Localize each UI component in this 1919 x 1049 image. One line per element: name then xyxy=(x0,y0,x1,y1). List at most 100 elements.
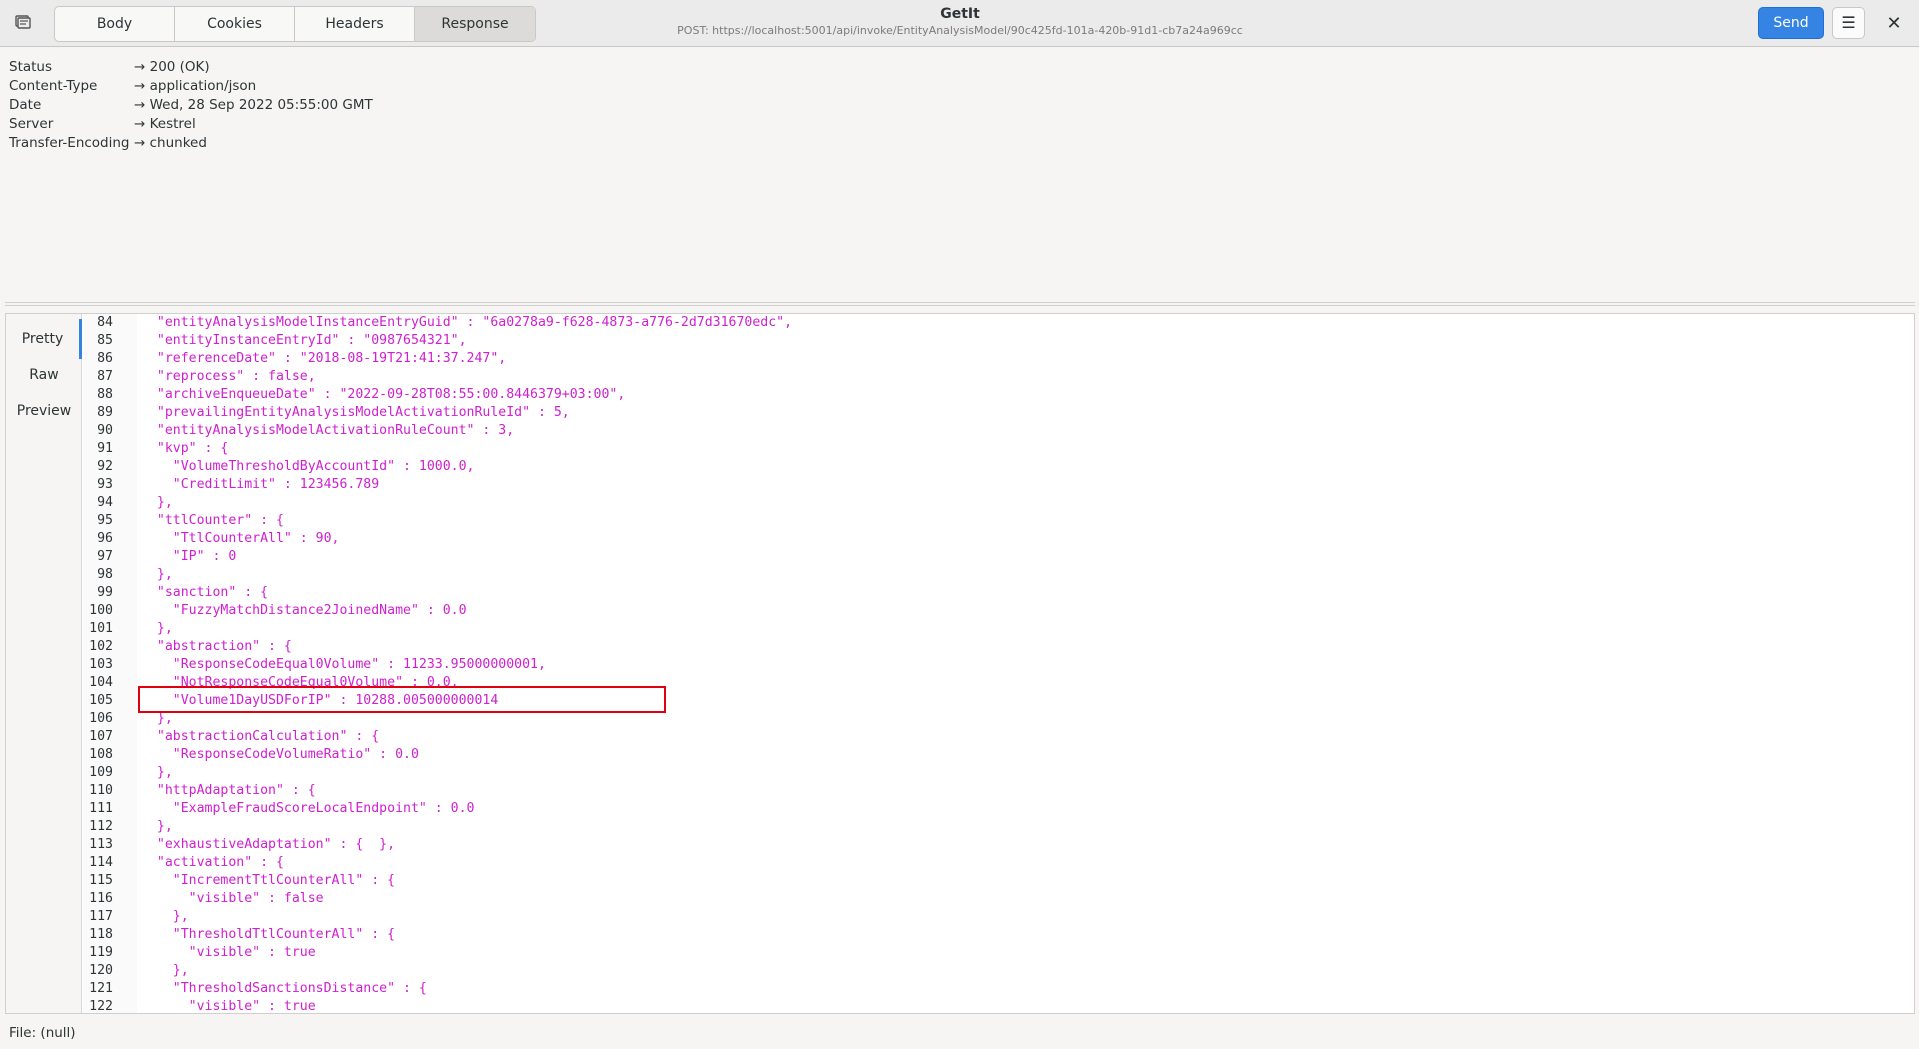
line-number: 118 xyxy=(89,927,113,942)
code-text: "visible" : true xyxy=(141,945,316,960)
code-text: "entityAnalysisModelInstanceEntryGuid" :… xyxy=(141,315,793,330)
code-text: "ExampleFraudScoreLocalEndpoint" : 0.0 xyxy=(141,801,475,816)
status-bar: File: (null) xyxy=(9,1025,76,1041)
code-text: "ResponseCodeEqual0Volume" : 11233.95000… xyxy=(141,657,546,672)
line-number: 122 xyxy=(89,999,113,1013)
code-view[interactable]: 84 "entityAnalysisModelInstanceEntryGuid… xyxy=(83,314,1914,1013)
line-number: 101 xyxy=(89,621,113,636)
code-text: "NotResponseCodeEqual0Volume" : 0.0, xyxy=(141,675,459,690)
tab-pretty[interactable]: Pretty xyxy=(6,319,82,359)
line-number: 113 xyxy=(89,837,113,852)
code-text: "IncrementTtlCounterAll" : { xyxy=(141,873,396,888)
title-block: GetIt POST: https://localhost:5001/api/i… xyxy=(560,6,1360,39)
line-number: 88 xyxy=(97,387,113,402)
code-text: "IP" : 0 xyxy=(141,549,237,564)
header-name: Content-Type xyxy=(9,78,98,94)
line-number: 120 xyxy=(89,963,113,978)
line-number: 109 xyxy=(89,765,113,780)
pane-separator[interactable] xyxy=(5,302,1915,306)
app-window-icon[interactable] xyxy=(14,13,32,31)
code-text: "exhaustiveAdaptation" : { }, xyxy=(141,837,396,852)
tab-preview[interactable]: Preview xyxy=(6,391,82,431)
line-number: 100 xyxy=(89,603,113,618)
line-number: 99 xyxy=(97,585,113,600)
code-text: "visible" : false xyxy=(141,891,324,906)
code-text: "ttlCounter" : { xyxy=(141,513,284,528)
code-text: }, xyxy=(141,495,173,510)
line-number: 85 xyxy=(97,333,113,348)
line-number: 102 xyxy=(89,639,113,654)
code-text: }, xyxy=(141,567,173,582)
header-value: → Wed, 28 Sep 2022 05:55:00 GMT xyxy=(134,97,373,113)
code-text: "reprocess" : false, xyxy=(141,369,316,384)
line-number: 108 xyxy=(89,747,113,762)
line-number: 106 xyxy=(89,711,113,726)
line-number: 117 xyxy=(89,909,113,924)
code-text: }, xyxy=(141,819,173,834)
line-number: 116 xyxy=(89,891,113,906)
code-text: "sanction" : { xyxy=(141,585,269,600)
request-tabs: Body Cookies Headers Response xyxy=(54,6,536,42)
code-text: "ThresholdTtlCounterAll" : { xyxy=(141,927,396,942)
tab-body[interactable]: Body xyxy=(55,7,175,41)
code-text: "kvp" : { xyxy=(141,441,229,456)
header-value: → chunked xyxy=(134,135,207,151)
tab-cookies[interactable]: Cookies xyxy=(175,7,295,41)
line-number: 96 xyxy=(97,531,113,546)
code-text: }, xyxy=(141,765,173,780)
close-icon: ✕ xyxy=(1886,13,1902,34)
header-name: Server xyxy=(9,116,54,132)
line-number: 93 xyxy=(97,477,113,492)
request-url: POST: https://localhost:5001/api/invoke/… xyxy=(677,24,1243,37)
view-tabs: Pretty Raw Preview xyxy=(6,314,82,1013)
tab-headers[interactable]: Headers xyxy=(295,7,415,41)
code-text: "activation" : { xyxy=(141,855,284,870)
code-text: "archiveEnqueueDate" : "2022-09-28T08:55… xyxy=(141,387,626,402)
hamburger-icon: ☰ xyxy=(1841,13,1856,32)
code-text: "httpAdaptation" : { xyxy=(141,783,316,798)
line-number: 95 xyxy=(97,513,113,528)
code-text: "referenceDate" : "2018-08-19T21:41:37.2… xyxy=(141,351,507,366)
line-number: 115 xyxy=(89,873,113,888)
header-value: → Kestrel xyxy=(134,116,196,132)
line-number: 114 xyxy=(89,855,113,870)
tab-response[interactable]: Response xyxy=(415,7,535,41)
line-number: 111 xyxy=(89,801,113,816)
header-name: Transfer-Encoding xyxy=(9,135,130,151)
code-text: "FuzzyMatchDistance2JoinedName" : 0.0 xyxy=(141,603,467,618)
line-number: 119 xyxy=(89,945,113,960)
code-text: "abstraction" : { xyxy=(141,639,292,654)
line-number: 121 xyxy=(89,981,113,996)
line-number: 105 xyxy=(89,693,113,708)
code-text: "TtlCounterAll" : 90, xyxy=(141,531,340,546)
response-pane: Pretty Raw Preview 84 "entityAnalysisMod… xyxy=(5,313,1915,1014)
line-number: 107 xyxy=(89,729,113,744)
code-text: "entityAnalysisModelActivationRuleCount"… xyxy=(141,423,515,438)
line-number: 91 xyxy=(97,441,113,456)
line-number: 86 xyxy=(97,351,113,366)
code-text: "prevailingEntityAnalysisModelActivation… xyxy=(141,405,570,420)
code-text: "CreditLimit" : 123456.789 xyxy=(141,477,380,492)
header-value: → 200 (OK) xyxy=(134,59,210,75)
menu-button[interactable]: ☰ xyxy=(1832,7,1865,39)
header-value: → application/json xyxy=(134,78,257,94)
line-number: 90 xyxy=(97,423,113,438)
code-text: "ResponseCodeVolumeRatio" : 0.0 xyxy=(141,747,419,762)
line-number: 84 xyxy=(97,315,113,330)
send-button[interactable]: Send xyxy=(1758,7,1824,39)
line-number: 110 xyxy=(89,783,113,798)
code-text: }, xyxy=(141,621,173,636)
line-number: 92 xyxy=(97,459,113,474)
code-text: }, xyxy=(141,963,189,978)
close-button[interactable]: ✕ xyxy=(1880,10,1908,38)
line-number: 104 xyxy=(89,675,113,690)
code-text: "abstractionCalculation" : { xyxy=(141,729,380,744)
window-title: GetIt xyxy=(940,6,980,22)
code-text: "VolumeThresholdByAccountId" : 1000.0, xyxy=(141,459,475,474)
code-text: "Volume1DayUSDForIP" : 10288.00500000001… xyxy=(141,693,499,708)
line-number: 94 xyxy=(97,495,113,510)
line-number: 89 xyxy=(97,405,113,420)
header-name: Status xyxy=(9,59,53,75)
tab-raw[interactable]: Raw xyxy=(6,355,82,395)
code-text: "visible" : true xyxy=(141,999,316,1013)
